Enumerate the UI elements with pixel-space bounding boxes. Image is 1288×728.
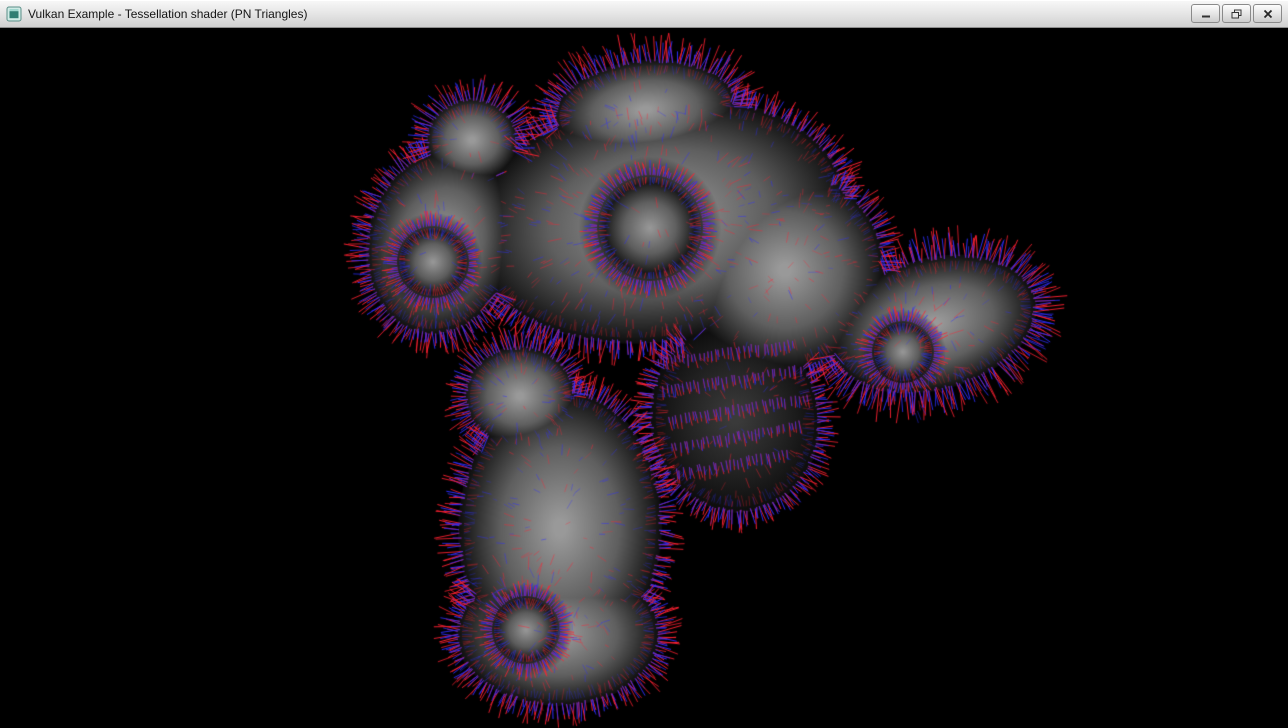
minimize-icon <box>1201 9 1211 18</box>
vulkan-viewport[interactable] <box>0 28 1288 728</box>
window-controls <box>1191 4 1282 23</box>
close-button[interactable] <box>1253 4 1282 23</box>
window-title: Vulkan Example - Tessellation shader (PN… <box>28 7 307 21</box>
close-icon <box>1263 9 1273 19</box>
app-icon <box>6 6 22 22</box>
titlebar[interactable]: Vulkan Example - Tessellation shader (PN… <box>0 0 1288 28</box>
minimize-button[interactable] <box>1191 4 1220 23</box>
restore-icon <box>1231 9 1242 19</box>
app-window: Vulkan Example - Tessellation shader (PN… <box>0 0 1288 728</box>
restore-button[interactable] <box>1222 4 1251 23</box>
